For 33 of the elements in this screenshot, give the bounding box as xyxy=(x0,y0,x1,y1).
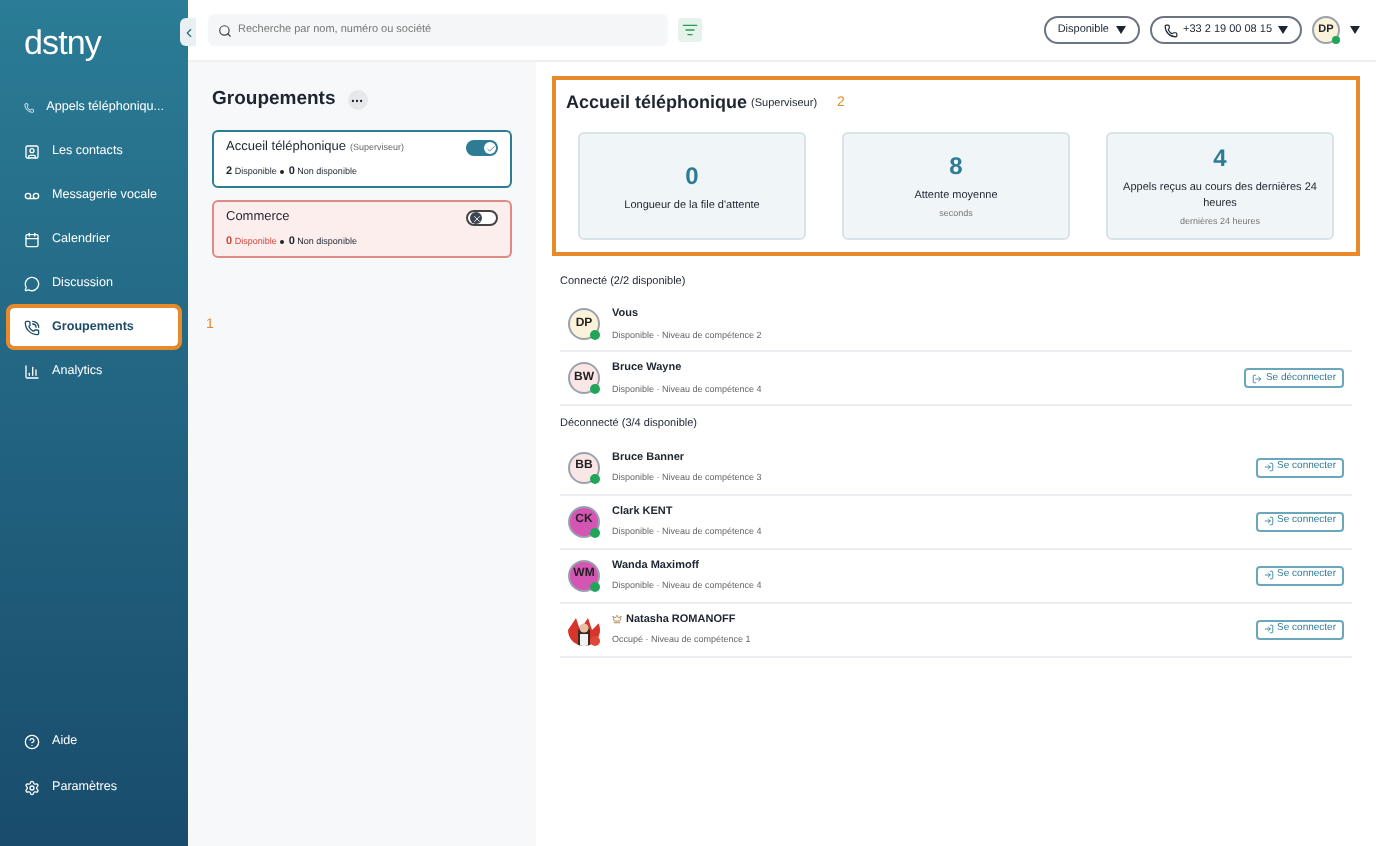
phone-icon xyxy=(24,99,35,115)
phone-call-icon xyxy=(24,319,40,335)
toggle-switch[interactable] xyxy=(466,210,498,227)
settings-icon xyxy=(24,780,40,796)
help-icon xyxy=(24,734,40,750)
login-icon xyxy=(1263,516,1274,526)
calendar-icon xyxy=(24,231,40,247)
caret-icon xyxy=(1278,26,1288,34)
logout-icon xyxy=(1251,373,1262,384)
stat-value: 8 xyxy=(949,150,963,185)
phone-icon xyxy=(1163,23,1177,37)
contact-card-icon xyxy=(24,143,40,159)
caret-icon xyxy=(1350,26,1360,34)
search-icon xyxy=(218,23,232,37)
more-button[interactable] xyxy=(347,90,368,111)
chat-bubble-icon xyxy=(24,275,40,291)
voicemail-icon xyxy=(24,187,40,203)
toggle-switch[interactable] xyxy=(466,140,498,157)
filter-button[interactable] xyxy=(678,18,702,42)
group-title: Accueil téléphonique xyxy=(566,90,748,116)
login-icon xyxy=(1263,462,1274,472)
login-icon xyxy=(1263,570,1274,580)
bar-chart-icon xyxy=(24,363,40,379)
chevron-left-icon xyxy=(181,25,195,39)
collapse-button[interactable] xyxy=(180,18,196,46)
panel-title: Groupements xyxy=(212,86,336,114)
login-icon xyxy=(1263,624,1274,634)
stat-value: 0 xyxy=(685,159,699,193)
logo: dstny xyxy=(24,22,102,67)
filter-icon xyxy=(682,22,698,38)
stat-value: 4 xyxy=(1213,142,1227,177)
caret-icon xyxy=(1115,26,1125,34)
check-icon xyxy=(485,143,495,154)
